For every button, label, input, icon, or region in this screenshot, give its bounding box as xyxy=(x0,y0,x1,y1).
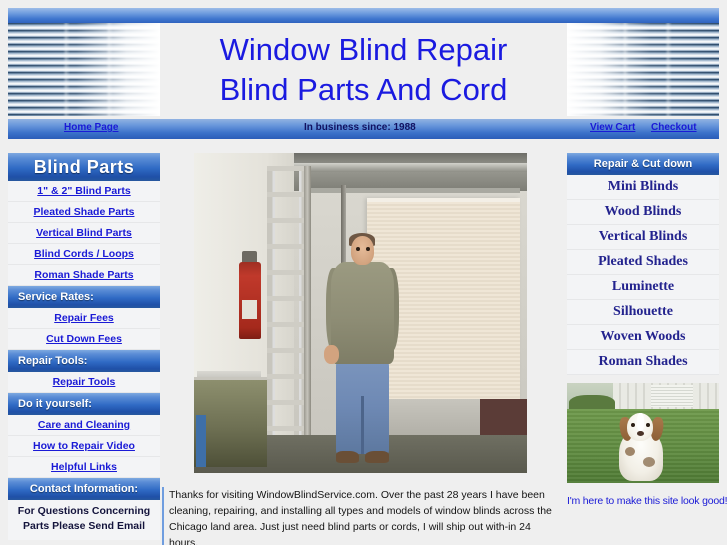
photo-man-shoe-right xyxy=(365,450,389,464)
top-navigation-bar: Home Page In business since: 1988 View C… xyxy=(8,119,719,139)
sidebar-item-1-2-blind-parts[interactable]: 1" & 2" Blind Parts xyxy=(8,181,160,202)
sidebar-link-label[interactable]: Cut Down Fees xyxy=(46,333,122,345)
sidebar-item-repair-fees[interactable]: Repair Fees xyxy=(8,308,160,329)
right-sidebar-item-pleated-shades[interactable]: Pleated Shades xyxy=(567,250,719,275)
dog-spot xyxy=(625,447,635,456)
nav-link-checkout[interactable]: Checkout xyxy=(651,122,697,133)
sidebar-link-label[interactable]: Roman Shade Parts xyxy=(34,269,133,281)
photo-man-head xyxy=(350,236,374,265)
photo-man-shoe-left xyxy=(335,450,359,464)
sidebar-item-blind-cords-loops[interactable]: Blind Cords / Loops xyxy=(8,244,160,265)
right-sidebar-item-mini-blinds[interactable]: Mini Blinds xyxy=(567,175,719,200)
sidebar-item-repair-tools[interactable]: Repair Tools xyxy=(8,372,160,393)
sidebar-header-contact-information: Contact Information: xyxy=(8,478,160,500)
sidebar-item-helpful-links[interactable]: Helpful Links xyxy=(8,457,160,478)
banner-right-blinds-image xyxy=(567,23,719,116)
nav-link-home-page[interactable]: Home Page xyxy=(64,122,118,133)
contact-note-line-1: For Questions Concerning xyxy=(17,505,151,517)
contact-note: For Questions Concerning Parts Please Se… xyxy=(8,500,160,540)
sidebar-link-label[interactable]: 1" & 2" Blind Parts xyxy=(37,185,130,197)
dog-eye-right xyxy=(646,423,650,427)
left-sidebar: Blind Parts 1" & 2" Blind Parts Pleated … xyxy=(8,153,160,540)
sidebar-item-care-and-cleaning[interactable]: Care and Cleaning xyxy=(8,415,160,436)
banner-left-blinds-image xyxy=(8,23,160,116)
in-business-since-text: In business since: 1988 xyxy=(304,122,416,133)
right-sidebar-link-label[interactable]: Silhouette xyxy=(613,304,673,320)
nav-link-view-cart[interactable]: View Cart xyxy=(590,122,635,133)
sidebar-item-pleated-shade-parts[interactable]: Pleated Shade Parts xyxy=(8,202,160,223)
contact-note-line-2: Parts Please Send Email xyxy=(23,520,145,532)
photo-man-shirt xyxy=(330,261,394,365)
sidebar-item-vertical-blind-parts[interactable]: Vertical Blind Parts xyxy=(8,223,160,244)
dog-photo-lattice xyxy=(650,385,694,407)
sidebar-link-label[interactable]: Pleated Shade Parts xyxy=(34,206,135,218)
banner-title-line-1: Window Blind Repair xyxy=(219,31,508,67)
photo-dark-corner xyxy=(480,399,527,435)
photo-rack-post xyxy=(303,165,311,461)
sidebar-item-cut-down-fees[interactable]: Cut Down Fees xyxy=(8,329,160,350)
sidebar-link-label[interactable]: Blind Cords / Loops xyxy=(34,248,134,260)
dog-photo-caption: I'm here to make this site look good! xyxy=(567,495,727,507)
page-root: Window Blind Repair Blind Parts And Cord… xyxy=(0,0,727,545)
main-content xyxy=(168,153,560,473)
sidebar-link-label[interactable]: Care and Cleaning xyxy=(38,419,130,431)
sidebar-link-label[interactable]: Repair Fees xyxy=(54,312,114,324)
sidebar-item-how-to-repair-video[interactable]: How to Repair Video xyxy=(8,436,160,457)
right-sidebar-item-luminette[interactable]: Luminette xyxy=(567,275,719,300)
sidebar-item-roman-shade-parts[interactable]: Roman Shade Parts xyxy=(8,265,160,286)
sidebar-link-label[interactable]: Vertical Blind Parts xyxy=(36,227,132,239)
right-sidebar-item-silhouette[interactable]: Silhouette xyxy=(567,300,719,325)
right-sidebar-item-roman-shades[interactable]: Roman Shades xyxy=(567,350,719,375)
dog-blaze xyxy=(637,413,644,431)
photo-fire-extinguisher-label xyxy=(242,300,258,320)
sidebar-link-label[interactable]: Helpful Links xyxy=(51,461,117,473)
blinds-fade-overlay xyxy=(8,23,160,116)
right-sidebar-item-wood-blinds[interactable]: Wood Blinds xyxy=(567,200,719,225)
right-sidebar-item-vertical-blinds[interactable]: Vertical Blinds xyxy=(567,225,719,250)
dog-spot xyxy=(643,457,655,467)
right-sidebar-title: Repair & Cut down xyxy=(567,153,719,175)
right-sidebar-link-label[interactable]: Vertical Blinds xyxy=(599,229,688,245)
shop-photo xyxy=(194,153,527,473)
dog-eye-left xyxy=(631,423,635,427)
sidebar-header-repair-tools: Repair Tools: xyxy=(8,350,160,372)
photo-man-leg-split xyxy=(360,396,365,454)
photo-ceiling-rail xyxy=(293,162,527,173)
intro-paragraph: Thanks for visiting WindowBlindService.c… xyxy=(162,487,560,545)
right-sidebar-link-label[interactable]: Woven Woods xyxy=(601,329,686,345)
header-top-gradient-bar xyxy=(8,8,719,23)
left-sidebar-title: Blind Parts xyxy=(8,153,160,181)
photo-ceiling xyxy=(293,153,527,192)
right-sidebar-link-label[interactable]: Mini Blinds xyxy=(608,179,678,195)
sidebar-header-do-it-yourself: Do it yourself: xyxy=(8,393,160,415)
right-sidebar-item-woven-woods[interactable]: Woven Woods xyxy=(567,325,719,350)
photo-lower-rail xyxy=(300,188,521,194)
dog-photo xyxy=(567,383,719,483)
banner-title-line-2: Blind Parts And Cord xyxy=(219,71,508,107)
photo-ladder-rungs xyxy=(267,165,308,461)
right-sidebar-link-label[interactable]: Pleated Shades xyxy=(598,254,688,270)
sidebar-link-label[interactable]: How to Repair Video xyxy=(33,440,135,452)
right-sidebar: Repair & Cut down Mini Blinds Wood Blind… xyxy=(567,153,727,507)
site-banner: Window Blind Repair Blind Parts And Cord xyxy=(8,23,719,116)
photo-blue-bin xyxy=(195,415,206,467)
right-sidebar-link-label[interactable]: Roman Shades xyxy=(598,354,687,370)
right-sidebar-link-label[interactable]: Luminette xyxy=(612,279,674,295)
sidebar-header-service-rates: Service Rates: xyxy=(8,286,160,308)
photo-man-hand xyxy=(323,345,339,365)
banner-title-block: Window Blind Repair Blind Parts And Cord xyxy=(160,23,567,116)
blinds-fade-overlay xyxy=(567,23,719,116)
sidebar-link-label[interactable]: Repair Tools xyxy=(53,376,116,388)
dog-nose xyxy=(637,431,644,436)
right-sidebar-link-label[interactable]: Wood Blinds xyxy=(605,204,682,220)
